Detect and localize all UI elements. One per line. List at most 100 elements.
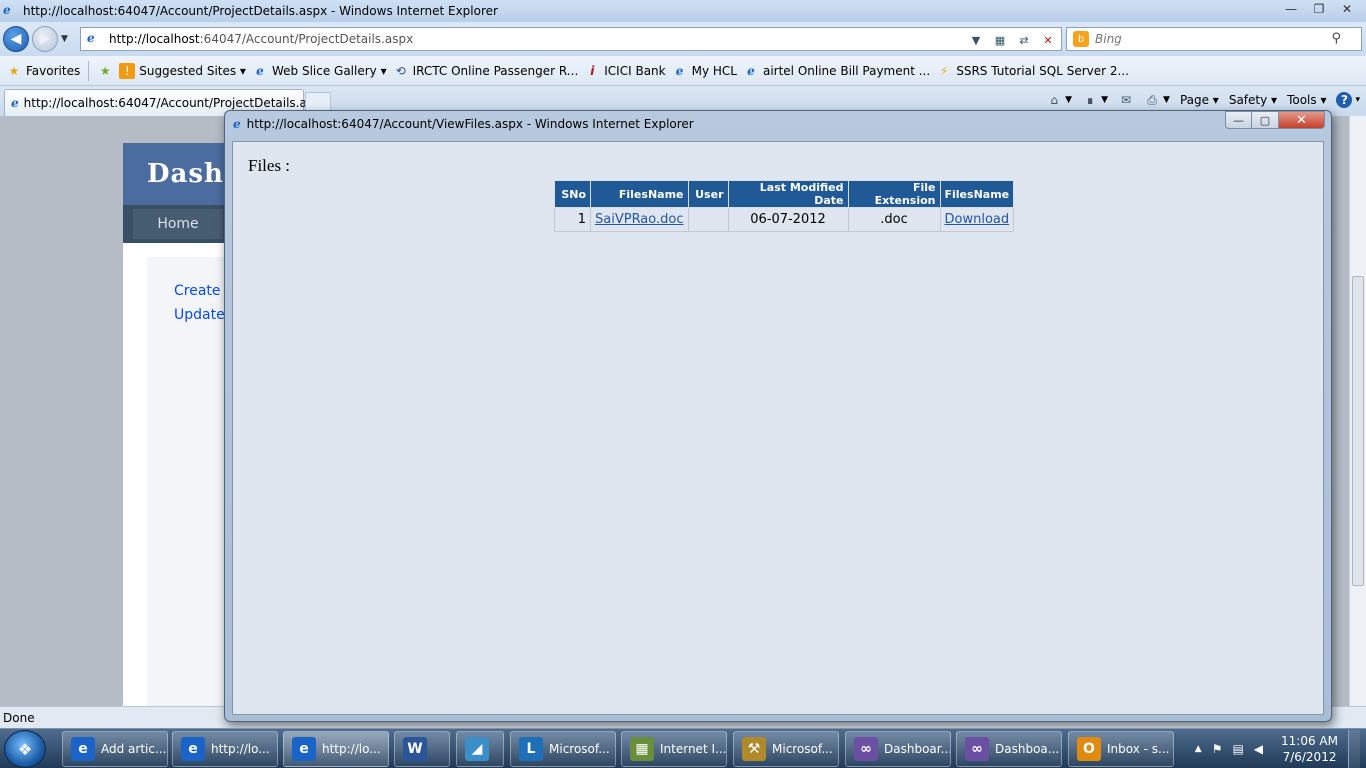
favorites-button[interactable]: ★ Favorites [6,63,81,79]
nav-home[interactable]: Home [133,209,223,239]
maximize-icon[interactable]: ❐ [1306,0,1332,18]
address-toolbar: ◀ ▶ ▼ e http://localhost:64047/Account/P… [0,22,1366,56]
show-desktop-button[interactable] [1348,730,1360,768]
address-url[interactable]: http://localhost:64047/Account/ProjectDe… [109,32,413,46]
address-bar[interactable]: e http://localhost:64047/Account/Project… [80,27,1062,51]
read-mail-button[interactable]: ✉ [1118,92,1134,108]
taskbar-button-label: Microsof... [772,742,833,756]
tb-add-article-button[interactable]: e Add artic... [62,731,168,767]
tb-ie-1-button[interactable]: e http://lo... [172,731,278,767]
ie-page-icon: e [256,63,264,78]
taskbar: ❖ e Add artic... e http://lo... e http://lo..… [0,728,1366,768]
volume-icon[interactable]: ◀ [1254,742,1263,756]
taskbar-button-label: Dashboa... [995,742,1060,756]
col-last-modified: Last Modified Date [727,180,849,208]
suggested-sites-icon: ! [119,62,136,79]
tools-menu[interactable]: Tools ▾ [1287,93,1326,107]
search-input[interactable] [1095,32,1315,46]
refresh-icon[interactable]: ⇄ [1015,31,1033,49]
print-button[interactable]: ⎙ ▼ [1144,92,1170,108]
clock[interactable]: 11:06 AM 7/6/2012 [1281,733,1338,765]
tb-dashboard-2-button[interactable]: ∞ Dashboa... [956,731,1062,767]
favorites-label: Favorites [26,63,81,78]
tb-dashboard-1-icon: ∞ [854,737,878,761]
filename-link[interactable]: SaiVPRao.doc [595,212,684,227]
cell-download: Download [939,207,1015,232]
tb-vs-tools-button[interactable]: ⚒ Microsof... [733,731,839,767]
close-icon[interactable]: ✕ [1334,0,1360,18]
start-button[interactable]: ❖ [4,730,46,768]
taskbar-button-label: http://lo... [322,742,381,756]
favorites-bar: ★ Favorites ★ ! Suggested Sites ▾ e Web … [0,56,1366,86]
fav-label: SSRS Tutorial SQL Server 2... [956,63,1129,78]
network-icon[interactable]: ▤ [1232,742,1243,756]
fav-label: Suggested Sites ▾ [139,63,246,78]
grid-header-row: SNo FilesName User Last Modified Date Fi… [554,180,1015,208]
fav-airtel[interactable]: e airtel Online Bill Payment ... [743,63,930,79]
search-icon[interactable]: ⚲ [1331,31,1341,46]
tb-iis-button[interactable]: ▦ Internet I... [621,731,727,767]
fav-irctc[interactable]: ⟲ IRCTC Online Passenger R... [393,63,579,79]
taskbar-button-label: Add artic... [101,742,167,756]
download-link[interactable]: Download [945,212,1010,227]
system-tray: ▲ ⚑ ▤ ◀ 11:06 AM 7/6/2012 [1195,729,1366,768]
fav-label: Web Slice Gallery ▾ [271,63,387,78]
col-sno: SNo [554,180,591,208]
tb-dashboard-1-button[interactable]: ∞ Dashboar... [845,731,951,767]
tb-notepad-icon: ◢ [465,737,489,761]
page-menu[interactable]: Page ▾ [1180,93,1219,107]
tb-ie-2-button[interactable]: e http://lo... [283,731,389,767]
back-button[interactable]: ◀ [3,26,29,52]
col-download: FilesName [939,180,1015,208]
fav-web-slice-gallery[interactable]: e Web Slice Gallery ▾ [252,63,387,79]
cell-filename: SaiVPRao.doc [590,207,689,232]
safety-menu[interactable]: Safety ▾ [1229,93,1277,107]
popup-title-bar: e http://localhost:64047/Account/ViewFil… [225,111,1331,137]
maximize-icon[interactable]: ▢ [1252,111,1279,129]
forward-button[interactable]: ▶ [32,26,58,52]
feeds-button[interactable]: ∎ ▼ [1082,92,1108,108]
recent-pages-dropdown-icon[interactable]: ▼ [61,34,68,44]
minimize-icon[interactable]: — [1278,0,1304,18]
col-extension: File Extension [847,180,941,208]
tb-ie-1-icon: e [181,737,205,761]
cell-sno: 1 [554,207,591,232]
add-favorites-icon[interactable]: ★ [97,63,113,79]
minimize-icon[interactable]: — [1225,111,1252,129]
show-hidden-icons-icon[interactable]: ▲ [1195,744,1202,754]
close-icon[interactable]: ✕ [1279,111,1325,129]
tb-outlook-button[interactable]: O Inbox - s... [1068,731,1174,767]
taskbar-button-label: Inbox - s... [1107,742,1170,756]
fav-label: ICICI Bank [604,63,666,78]
help-menu[interactable]: ? ▾ [1336,92,1360,108]
fav-ssrs[interactable]: ⚡ SSRS Tutorial SQL Server 2... [936,63,1129,79]
address-dropdown-icon[interactable]: ▼ [967,31,985,49]
clock-time: 11:06 AM [1281,734,1338,748]
tb-lync-button[interactable]: L Microsof... [510,731,616,767]
search-box[interactable]: b ⚲ [1066,27,1362,51]
taskbar-button-label: Internet I... [660,742,727,756]
scrollbar-thumb[interactable] [1352,276,1364,586]
fav-suggested-sites[interactable]: ! Suggested Sites ▾ [119,62,246,79]
ie-logo-icon: e [3,3,11,17]
tb-notepad-button[interactable]: ◢ [456,731,504,767]
compatibility-view-icon[interactable]: ▦ [991,31,1009,49]
page-scrollbar[interactable] [1349,116,1366,706]
cell-date: 06-07-2012 [727,207,849,232]
stop-icon[interactable]: ✕ [1039,31,1057,49]
tb-word-button[interactable]: W [394,731,450,767]
command-bar: ⌂ ▼ ∎ ▼ ✉ ⎙ ▼ Page ▾ Safety ▾ Tools ▾ ? ▾ [1046,92,1360,108]
home-button[interactable]: ⌂ ▼ [1046,92,1072,108]
home-icon: ⌂ [1050,93,1058,107]
action-center-flag-icon[interactable]: ⚑ [1212,742,1223,756]
col-user: User [687,180,729,208]
ie-title-bar: e http://localhost:64047/Account/Project… [0,0,1366,22]
fav-my-hcl[interactable]: e My HCL [672,63,737,79]
fav-label: IRCTC Online Passenger R... [412,63,579,78]
files-heading: Files : [248,156,291,175]
view-files-window: e http://localhost:64047/Account/ViewFil… [224,110,1332,722]
fav-icici[interactable]: i ICICI Bank [584,63,665,79]
status-text: Done [3,711,35,725]
mail-icon: ✉ [1120,93,1132,107]
tb-add-article-icon: e [71,737,95,761]
